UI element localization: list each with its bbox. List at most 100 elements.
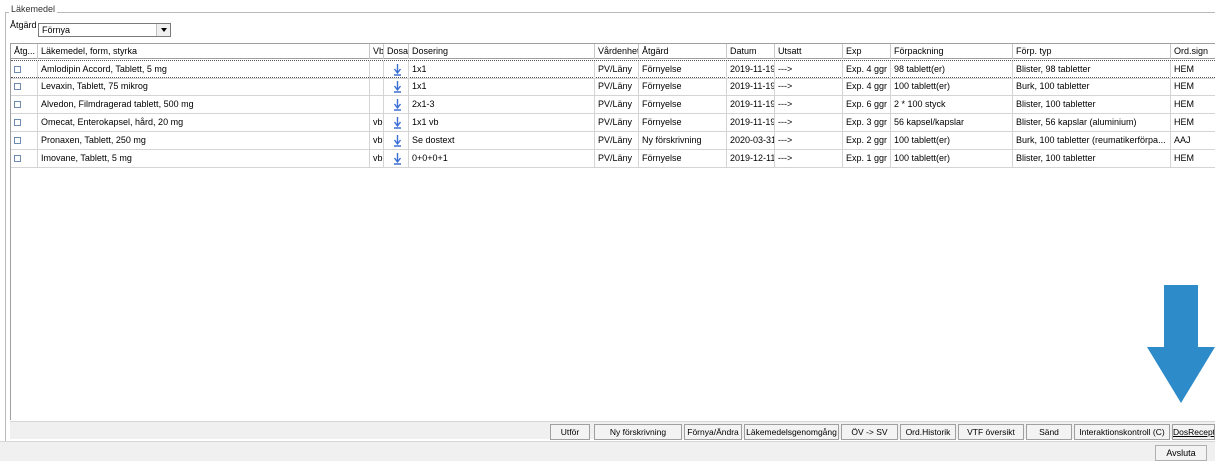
- cell-ordsign: AAJ: [1171, 132, 1215, 150]
- cell-exp: Exp. 4 ggr: [843, 78, 891, 96]
- table-row[interactable]: Alvedon, Filmdragerad tablett, 500 mg 2x1…: [11, 96, 1215, 114]
- cell-atgard: Förnyelse: [639, 61, 727, 79]
- cell-vb: vb: [370, 132, 384, 150]
- cell-exp: Exp. 4 ggr: [843, 61, 891, 79]
- execute-button[interactable]: Utför: [550, 424, 590, 440]
- chevron-down-icon[interactable]: [156, 24, 170, 36]
- cell-exp: Exp. 6 ggr: [843, 96, 891, 114]
- interaction-check-button[interactable]: Interaktionskontroll (C): [1074, 424, 1170, 440]
- send-button[interactable]: Sänd: [1026, 424, 1072, 440]
- table-row[interactable]: Pronaxen, Tablett, 250 mg vb Se dostext PV/…: [11, 132, 1215, 150]
- cell-utsatt: --->: [775, 114, 843, 132]
- cell-lakemedel: Alvedon, Filmdragerad tablett, 500 mg: [38, 96, 370, 114]
- renew-change-button[interactable]: Förnya/Ändra: [684, 424, 742, 440]
- dosanv-cell: [384, 61, 409, 79]
- cell-vb: vb: [370, 150, 384, 168]
- row-checkbox[interactable]: [14, 66, 21, 73]
- group-legend: Läkemedel: [9, 4, 58, 14]
- cell-vb: [370, 78, 384, 96]
- column-header[interactable]: Läkemedel, form, styrka: [38, 44, 370, 59]
- dosanv-cell: [384, 78, 409, 96]
- dose-icon[interactable]: [393, 135, 402, 147]
- medication-table: Åtg...Läkemedel, form, styrkaVbDosanvDos…: [10, 43, 1215, 420]
- column-header[interactable]: Ord.sign: [1171, 44, 1215, 59]
- table-row[interactable]: Imovane, Tablett, 5 mg vb 0+0+0+1 PV/Läny Fö…: [11, 150, 1215, 168]
- row-checkbox[interactable]: [14, 155, 21, 162]
- cell-lakemedel: Levaxin, Tablett, 75 mikrog: [38, 78, 370, 96]
- row-checkbox[interactable]: [14, 137, 21, 144]
- column-header[interactable]: Dosanv: [384, 44, 409, 59]
- column-header[interactable]: Vårdenhet: [595, 44, 639, 59]
- vtf-overview-button[interactable]: VTF översikt: [958, 424, 1024, 440]
- cell-forpackning: 2 * 100 styck: [891, 96, 1013, 114]
- row-checkbox-cell: [11, 150, 38, 168]
- cell-exp: Exp. 2 ggr: [843, 132, 891, 150]
- row-checkbox-cell: [11, 114, 38, 132]
- cell-exp: Exp. 1 ggr: [843, 150, 891, 168]
- cell-vb: [370, 61, 384, 79]
- row-checkbox[interactable]: [14, 101, 21, 108]
- table-header: Åtg...Läkemedel, form, styrkaVbDosanvDos…: [11, 44, 1215, 59]
- dose-icon[interactable]: [393, 117, 402, 129]
- cell-forpackning: 100 tablett(er): [891, 132, 1013, 150]
- row-checkbox-cell: [11, 96, 38, 114]
- cell-lakemedel: Amlodipin Accord, Tablett, 5 mg: [38, 61, 370, 79]
- column-header[interactable]: Utsatt: [775, 44, 843, 59]
- cell-ordsign: HEM: [1171, 96, 1215, 114]
- cell-forptyp: Blister, 100 tabletter: [1013, 150, 1171, 168]
- cell-atgard: Förnyelse: [639, 114, 727, 132]
- medication-review-button[interactable]: Läkemedelsgenomgång: [744, 424, 839, 440]
- cell-lakemedel: Imovane, Tablett, 5 mg: [38, 150, 370, 168]
- cell-atgard: Förnyelse: [639, 96, 727, 114]
- cell-lakemedel: Pronaxen, Tablett, 250 mg: [38, 132, 370, 150]
- dose-icon[interactable]: [393, 81, 402, 93]
- cell-ordsign: HEM: [1171, 114, 1215, 132]
- cell-forpackning: 100 tablett(er): [891, 78, 1013, 96]
- cell-utsatt: --->: [775, 61, 843, 79]
- action-dropdown-value: Förnya: [42, 25, 71, 35]
- cell-datum: 2019-11-19: [727, 114, 775, 132]
- cell-forpackning: 98 tablett(er): [891, 61, 1013, 79]
- cell-dosering: 1x1: [409, 61, 595, 79]
- ov-sv-button[interactable]: ÖV -> SV: [841, 424, 898, 440]
- cell-forptyp: Blister, 56 kapslar (aluminium): [1013, 114, 1171, 132]
- row-checkbox[interactable]: [14, 119, 21, 126]
- cell-forpackning: 56 kapsel/kapslar: [891, 114, 1013, 132]
- cell-atgard: Förnyelse: [639, 78, 727, 96]
- dose-icon[interactable]: [393, 99, 402, 111]
- cell-dosering: 1x1 vb: [409, 114, 595, 132]
- table-row[interactable]: Amlodipin Accord, Tablett, 5 mg 1x1 PV/Län…: [11, 60, 1215, 79]
- column-header[interactable]: Förpackning: [891, 44, 1013, 59]
- order-history-button[interactable]: Ord.Historik: [900, 424, 956, 440]
- cell-vardenhet: PV/Läny: [595, 96, 639, 114]
- dose-icon[interactable]: [393, 153, 402, 165]
- column-header[interactable]: Exp: [843, 44, 891, 59]
- cell-dosering: 1x1: [409, 78, 595, 96]
- column-header[interactable]: Åtgärd: [639, 44, 727, 59]
- row-checkbox-cell: [11, 78, 38, 96]
- cell-vardenhet: PV/Läny: [595, 61, 639, 79]
- column-header[interactable]: Dosering: [409, 44, 595, 59]
- arrow-down-icon: [1147, 285, 1215, 403]
- close-button[interactable]: Avsluta: [1155, 445, 1207, 461]
- cell-utsatt: --->: [775, 96, 843, 114]
- cell-vb: [370, 96, 384, 114]
- column-header[interactable]: Datum: [727, 44, 775, 59]
- cell-vardenhet: PV/Läny: [595, 114, 639, 132]
- cell-dosering: 0+0+0+1: [409, 150, 595, 168]
- action-dropdown[interactable]: Förnya: [38, 23, 171, 37]
- column-header[interactable]: Vb: [370, 44, 384, 59]
- new-prescription-button[interactable]: Ny förskrivning: [594, 424, 682, 440]
- dose-icon[interactable]: [393, 64, 402, 76]
- cell-utsatt: --->: [775, 132, 843, 150]
- row-checkbox[interactable]: [14, 83, 21, 90]
- dosanv-cell: [384, 150, 409, 168]
- table-row[interactable]: Levaxin, Tablett, 75 mikrog 1x1 PV/Läny För…: [11, 78, 1215, 96]
- action-toolbar: Utför Ny förskrivning Förnya/Ändra Läkemede…: [10, 421, 1215, 440]
- cell-vb: vb: [370, 114, 384, 132]
- cell-dosering: Se dostext: [409, 132, 595, 150]
- dosrecept-button[interactable]: DosRecept: [1172, 424, 1215, 440]
- table-row[interactable]: Omecat, Enterokapsel, hård, 20 mg vb 1x1 v…: [11, 114, 1215, 132]
- column-header[interactable]: Åtg...: [11, 44, 38, 59]
- column-header[interactable]: Förp. typ: [1013, 44, 1171, 59]
